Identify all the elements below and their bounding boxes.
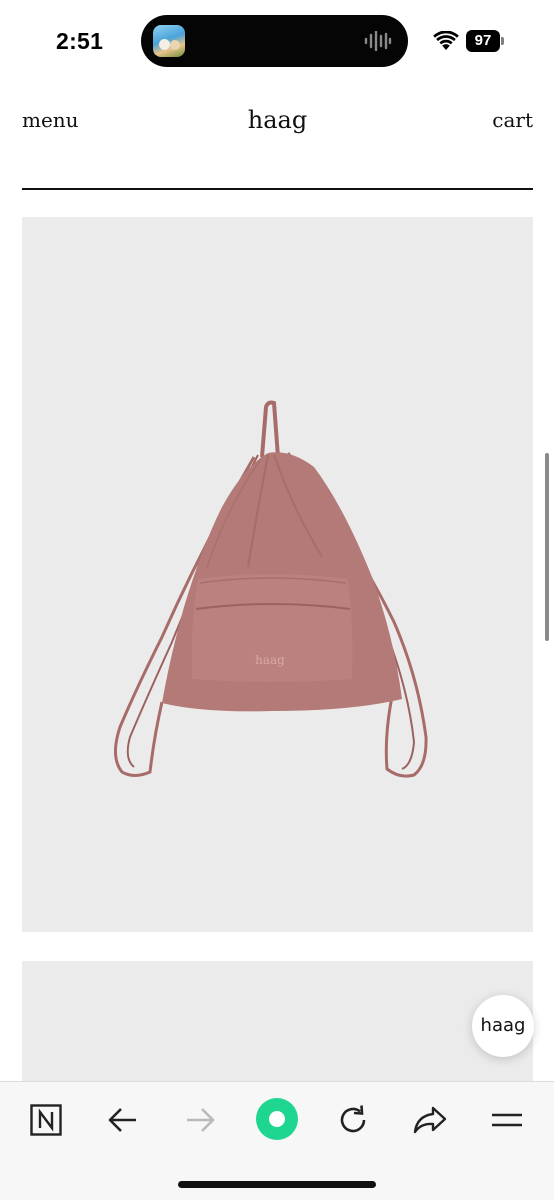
n-logo-icon [30, 1104, 62, 1136]
product-image[interactable]: haag [22, 217, 533, 932]
share-icon [413, 1106, 447, 1134]
bag-logo-text: haag [255, 653, 285, 667]
back-button[interactable] [101, 1098, 145, 1142]
back-arrow-icon [108, 1108, 136, 1132]
home-indicator [178, 1181, 376, 1188]
dynamic-island[interactable] [141, 15, 408, 67]
brand-logo[interactable]: haag [22, 106, 533, 134]
app-thumbnail-icon[interactable] [153, 25, 185, 57]
reload-button[interactable] [331, 1098, 375, 1142]
product-image-second[interactable] [22, 961, 533, 1091]
record-icon [256, 1098, 298, 1140]
battery-icon: 97 [466, 30, 500, 52]
drawstring-bag-illustration: haag [114, 400, 428, 778]
cart-link[interactable]: cart [492, 108, 533, 132]
site-header: menu haag cart [22, 100, 533, 190]
forward-button[interactable] [178, 1098, 222, 1142]
menu-button[interactable] [485, 1098, 529, 1142]
audio-waveform-icon [364, 31, 392, 51]
floating-brand-chip[interactable]: haag [472, 995, 534, 1057]
menu-lines-icon [492, 1113, 522, 1127]
forward-arrow-icon [187, 1108, 215, 1132]
wifi-icon [433, 31, 459, 50]
status-bar: 2:51 97 [0, 0, 554, 84]
reload-icon [340, 1105, 366, 1133]
share-button[interactable] [408, 1098, 452, 1142]
green-dot-button[interactable] [254, 1096, 300, 1142]
battery-cap [501, 37, 504, 45]
tabs-button[interactable] [24, 1098, 68, 1142]
scroll-indicator[interactable] [545, 453, 549, 641]
status-time: 2:51 [56, 28, 104, 54]
